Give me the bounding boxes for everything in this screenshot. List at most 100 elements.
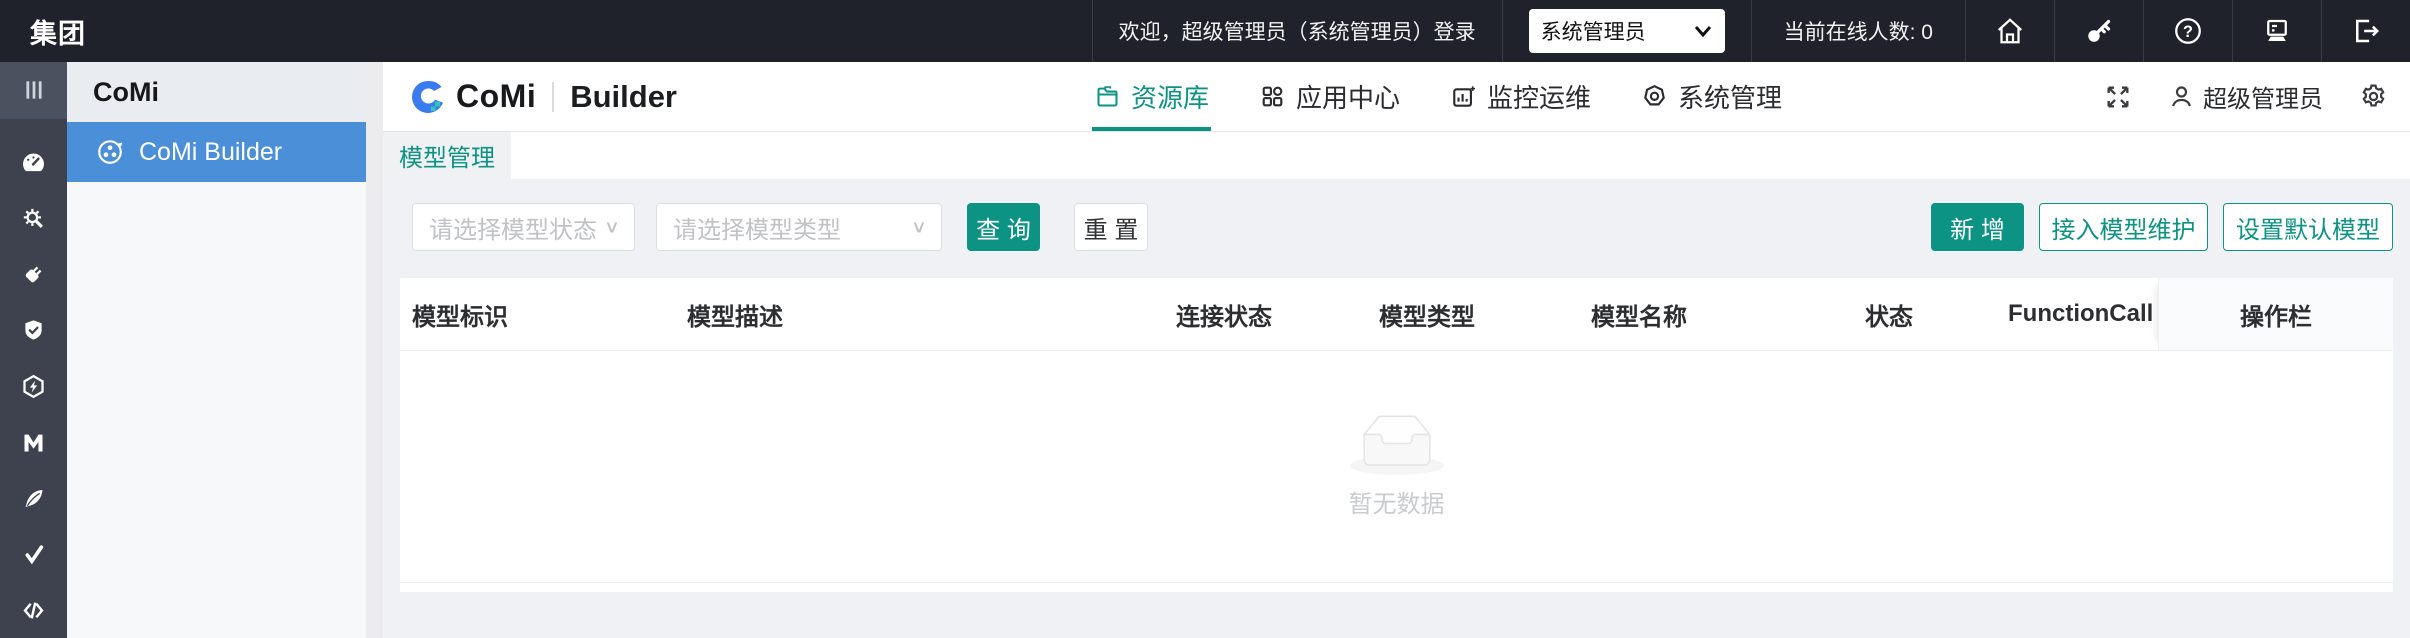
chevron-down-icon: ∨ [910,216,927,237]
filter-toolbar: 请选择模型状态 ∨ 请选择模型类型 ∨ 查 询 重 置 新 增 接入模型维护 设… [400,203,2393,251]
rail-item-feather[interactable] [0,470,67,526]
comi-logo-icon [408,77,448,117]
sidebar: CoMi CoMi Builder [67,62,366,638]
appstore-icon [1262,86,1283,107]
tab-model-management[interactable]: 模型管理 [383,132,511,179]
feather-icon [25,489,43,507]
collapse-icon [25,81,42,100]
rail-item-hexbolt[interactable] [0,359,67,415]
user-menu[interactable]: 超级管理员 [2168,79,2323,114]
empty-box-icon [1349,415,1444,475]
logo-brand-text: CoMi [456,78,537,114]
fullscreen-icon [2107,86,2129,107]
monitor-chart-icon [1453,86,1476,107]
user-name: 超级管理员 [2203,86,2323,113]
table-footer [400,582,2393,592]
add-button[interactable]: 新 增 [1931,203,2024,251]
nav-app-center[interactable]: 应用中心 [1257,62,1402,131]
org-brand: 集团 [30,18,86,49]
model-table-card: 模型标识 模型描述 连接状态 模型类型 模型名称 状态 FunctionCall… [400,278,2393,592]
model-status-placeholder: 请选择模型状态 [429,216,597,244]
rail-item-check[interactable] [0,526,67,582]
page-body: 请选择模型状态 ∨ 请选择模型类型 ∨ 查 询 重 置 新 增 接入模型维护 设… [383,179,2410,638]
svg-text:?: ? [2183,23,2193,41]
divider [1501,0,1503,62]
m-letter-icon [24,434,43,452]
rail-item-dashboard[interactable] [0,135,67,191]
col-status: 状态 [1865,303,1913,331]
rail-item-shield[interactable] [0,303,67,359]
empty-text: 暂无数据 [1348,491,1445,518]
primary-nav: 资源库 应用中心 监控运维 系统管理 [1092,62,1830,131]
nav-resource-library[interactable]: 资源库 [1092,62,1212,131]
icon-rail [0,62,67,638]
help-button[interactable]: ? [2144,0,2232,62]
password-button[interactable] [2055,0,2143,62]
rail-collapse-button[interactable] [0,62,67,119]
check-icon [25,545,44,565]
user-icon [2172,86,2191,107]
plug-icon [25,266,42,283]
gear-icon [2362,84,2385,107]
nav-label: 监控运维 [1487,83,1592,113]
top-bar: 集团 欢迎，超级管理员（系统管理员）登录 系统管理员 当前在线人数: 0 ? [0,0,2410,62]
role-select[interactable]: 系统管理员 [1528,9,1725,53]
set-default-model-button[interactable]: 设置默认模型 [2223,203,2393,251]
logo-divider [552,81,555,112]
col-connection-status: 连接状态 [1176,303,1272,331]
model-type-select[interactable]: 请选择模型类型 ∨ [656,203,942,251]
action-buttons: 新 增 接入模型维护 设置默认模型 [1931,203,2393,251]
search-button[interactable]: 查 询 [967,203,1040,251]
help-icon: ? [2175,18,2201,44]
logo: CoMi Builder [408,77,677,117]
model-type-placeholder: 请选择模型类型 [673,216,841,244]
model-maintenance-button[interactable]: 接入模型维护 [2039,203,2208,251]
builder-icon [95,137,125,167]
home-icon [1997,18,2023,44]
header-actions: 超级管理员 [2104,79,2388,114]
nav-monitoring[interactable]: 监控运维 [1448,62,1593,131]
welcome-text: 欢迎，超级管理员（系统管理员）登录 [1118,21,1476,44]
shield-check-icon [25,320,42,340]
sidebar-item-comi-builder[interactable]: CoMi Builder [67,122,366,182]
rail-item-settings-search[interactable] [0,191,67,247]
col-model-name: 模型名称 [1591,303,1687,331]
rail-item-code[interactable] [0,582,67,638]
rail-item-m[interactable] [0,414,67,470]
sidebar-splitter[interactable] [366,62,383,638]
nav-label: 资源库 [1131,83,1210,113]
fullscreen-button[interactable] [2104,83,2132,111]
dashboard-icon [23,153,44,172]
hexagon-bolt-icon [23,374,44,399]
col-model-id: 模型标识 [412,303,508,331]
sidebar-item-label: CoMi Builder [139,137,283,166]
model-status-select[interactable]: 请选择模型状态 ∨ [412,203,635,251]
col-function-call: FunctionCall [2008,300,2154,327]
code-icon [23,601,44,619]
col-model-desc: 模型描述 [687,303,783,331]
home-button[interactable] [1966,0,2054,62]
logo-product-text: Builder [570,78,677,114]
sidebar-title: CoMi [67,62,366,122]
logout-button[interactable] [2322,0,2410,62]
settings-search-icon [23,209,43,229]
nav-label: 应用中心 [1296,83,1401,113]
reset-button[interactable]: 重 置 [1074,203,1148,251]
nav-label: 系统管理 [1678,83,1783,113]
online-count: 当前在线人数: 0 [1783,21,1933,44]
system-gear-icon [1644,84,1665,106]
chevron-down-icon [1694,26,1711,38]
col-model-type: 模型类型 [1379,303,1475,331]
settings-button[interactable] [2359,82,2388,111]
main-content: CoMi Builder 资源库 应用中心 监控运维 系统管理 超级管理员 模型… [383,62,2410,638]
nav-system-management[interactable]: 系统管理 [1639,62,1784,131]
key-icon [2088,19,2111,42]
workstation-icon [2267,19,2287,41]
table-empty-state: 暂无数据 [400,351,2393,582]
app-screen: 集团 欢迎，超级管理员（系统管理员）登录 系统管理员 当前在线人数: 0 ? C… [0,0,2410,638]
workstation-button[interactable] [2233,0,2321,62]
col-operations: 操作栏 [2158,278,2393,350]
tab-bar: 模型管理 [383,131,2410,179]
role-select-value: 系统管理员 [1540,21,1646,44]
rail-item-plug[interactable] [0,247,67,303]
